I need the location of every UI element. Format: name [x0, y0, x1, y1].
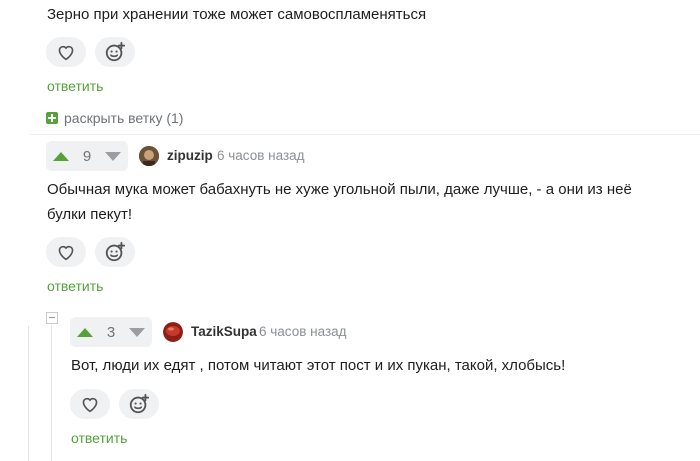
rating-value: 9	[82, 147, 92, 165]
comment-time: 6 часов назад	[217, 148, 305, 163]
rating-widget: 3	[70, 317, 152, 347]
upvote-icon[interactable]	[46, 141, 76, 171]
like-button[interactable]	[46, 237, 86, 267]
comment-text: Зерно при хранении тоже может самовоспла…	[47, 6, 427, 23]
branch-line	[51, 325, 52, 461]
comment-text: Вот, люди их едят , потом читают этот по…	[71, 357, 566, 374]
comment-text: Обычная мука может бабахнуть не хуже уго…	[47, 181, 632, 223]
reply-link[interactable]: ответить	[71, 430, 127, 446]
collapse-minus-icon	[49, 317, 55, 318]
add-reaction-button[interactable]	[95, 37, 135, 67]
reply-link[interactable]: ответить	[47, 78, 103, 94]
expand-branch-label: раскрыть ветку (1)	[64, 110, 184, 126]
emoji-add-icon	[129, 393, 150, 414]
expand-plus-icon	[46, 112, 58, 124]
heart-icon	[58, 45, 74, 61]
author-name[interactable]: TazikSupa	[191, 324, 257, 339]
upvote-icon[interactable]	[70, 317, 100, 347]
like-button[interactable]	[46, 37, 86, 67]
collapse-branch-button[interactable]	[46, 312, 58, 324]
like-button[interactable]	[70, 389, 110, 419]
downvote-icon[interactable]	[98, 141, 128, 171]
thread-line	[28, 326, 29, 461]
emoji-add-icon	[105, 41, 126, 62]
add-reaction-button[interactable]	[95, 237, 135, 267]
rating-widget: 9	[46, 141, 128, 171]
avatar[interactable]	[139, 146, 159, 166]
comment-time: 6 часов назад	[259, 324, 347, 339]
reply-link[interactable]: ответить	[47, 278, 103, 294]
divider	[30, 134, 700, 135]
rating-value: 3	[106, 323, 116, 341]
emoji-add-icon	[105, 241, 126, 262]
heart-icon	[82, 397, 98, 413]
heart-icon	[58, 245, 74, 261]
author-name[interactable]: zipuzip	[167, 148, 213, 163]
add-reaction-button[interactable]	[119, 389, 159, 419]
downvote-icon[interactable]	[122, 317, 152, 347]
expand-branch[interactable]: раскрыть ветку (1)	[46, 110, 183, 126]
avatar[interactable]	[163, 322, 183, 342]
